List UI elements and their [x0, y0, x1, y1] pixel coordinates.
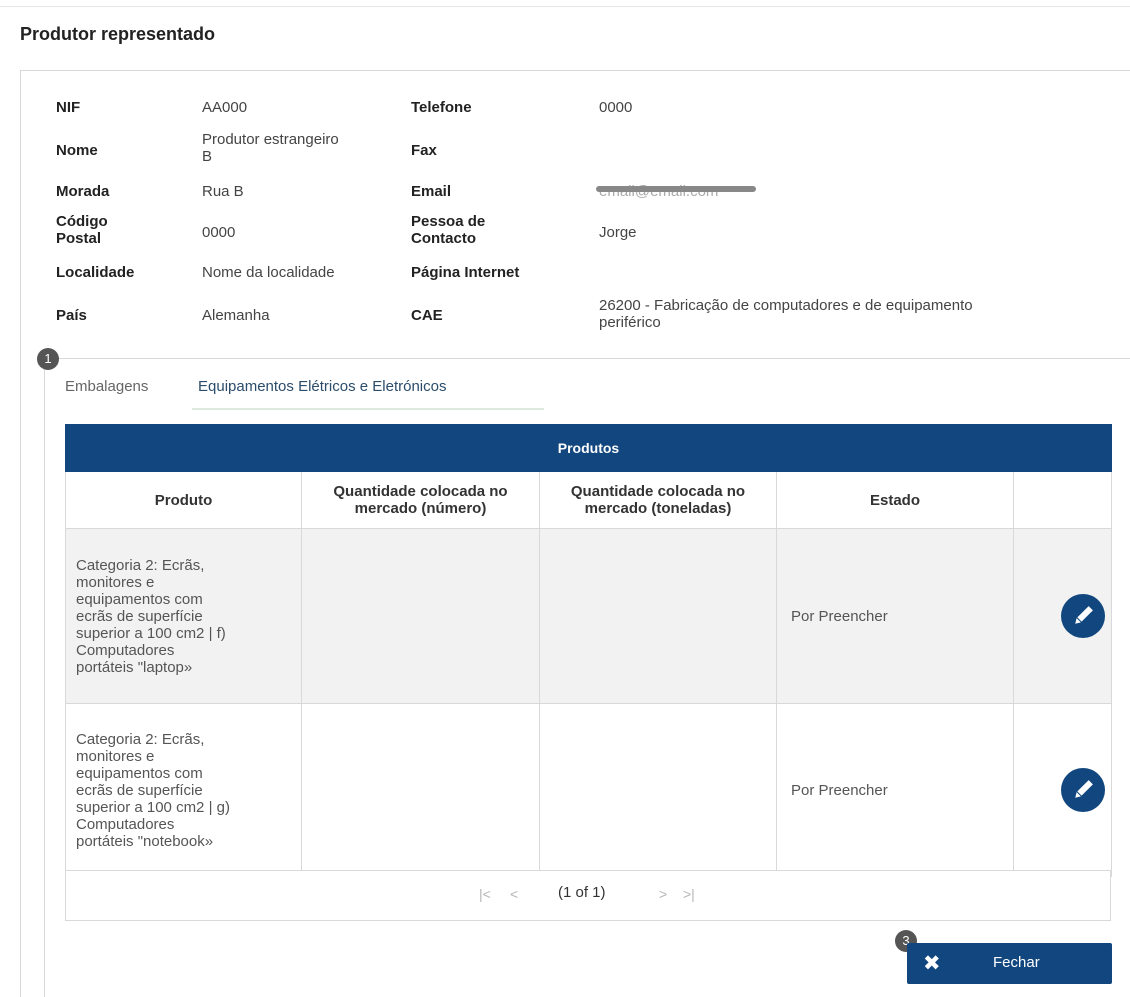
top-divider — [0, 6, 1130, 7]
pais-label: País — [56, 307, 87, 324]
page-title: Produtor representado — [20, 24, 216, 44]
cell-qtd-toneladas — [539, 528, 777, 704]
step-marker-1: 1 — [37, 348, 59, 370]
fax-label: Fax — [411, 142, 437, 159]
telefone-value: 0000 — [599, 99, 633, 116]
last-page-icon[interactable]: >| — [683, 886, 695, 902]
column-header-estado: Estado — [776, 471, 1014, 529]
table-row: Categoria 2: Ecrãs, monitores e equipame… — [65, 528, 1112, 704]
paginator: |< < (1 of 1) > >| — [65, 870, 1111, 921]
pessoa-contacto-label: Pessoa de Contacto — [411, 213, 486, 247]
prev-page-icon[interactable]: < — [510, 886, 518, 902]
nome-value: Produtor estrangeiro B — [202, 131, 339, 165]
pagina-internet-label: Página Internet — [411, 264, 520, 281]
tab-embalagens[interactable]: Embalagens — [65, 378, 148, 395]
close-icon: ✖ — [923, 952, 941, 975]
cell-estado: Por Preencher — [776, 528, 1014, 704]
cell-qtd-numero — [301, 528, 540, 704]
cae-value: 26200 - Fabricação de computadores e de … — [599, 297, 973, 331]
table-row: Categoria 2: Ecrãs, monitores e equipame… — [65, 703, 1112, 877]
column-header-produto: Produto — [65, 471, 302, 529]
localidade-value: Nome da localidade — [202, 264, 335, 281]
morada-value: Rua B — [202, 183, 244, 200]
column-header-actions — [1013, 471, 1112, 529]
active-tab-indicator — [192, 408, 544, 410]
products-table: Produtos Produto Quantidade colocada no … — [65, 424, 1112, 877]
close-button[interactable]: ✖ Fechar — [907, 943, 1112, 984]
pessoa-contacto-value: Jorge — [599, 224, 637, 241]
nome-label: Nome — [56, 142, 98, 159]
column-header-qtd-toneladas: Quantidade colocada no mercado (tonelada… — [539, 471, 777, 529]
nif-value: AA000 — [202, 99, 248, 116]
close-button-label: Fechar — [993, 954, 1040, 971]
pais-value: Alemanha — [202, 307, 270, 324]
cell-actions — [1013, 528, 1112, 704]
localidade-label: Localidade — [56, 264, 135, 281]
page-indicator: (1 of 1) — [558, 884, 606, 901]
column-header-qtd-numero: Quantidade colocada no mercado (número) — [301, 471, 540, 529]
cell-actions — [1013, 703, 1112, 877]
first-page-icon[interactable]: |< — [479, 886, 491, 902]
email-label: Email — [411, 183, 452, 200]
cell-qtd-toneladas — [539, 703, 777, 877]
tab-equipamentos-eletricos[interactable]: Equipamentos Elétricos e Eletrónicos — [198, 378, 446, 395]
next-page-icon[interactable]: > — [659, 886, 667, 902]
morada-label: Morada — [56, 183, 110, 200]
cell-estado: Por Preencher — [776, 703, 1014, 877]
codigo-postal-value: 0000 — [202, 224, 236, 241]
nif-label: NIF — [56, 99, 81, 116]
edit-button[interactable] — [1060, 768, 1105, 812]
codigo-postal-label: Código Postal — [56, 213, 108, 247]
edit-button[interactable] — [1060, 594, 1105, 638]
cell-qtd-numero — [301, 703, 540, 877]
pencil-icon — [1074, 606, 1093, 624]
redaction-bar — [596, 186, 756, 192]
table-caption: Produtos — [65, 424, 1112, 472]
cell-produto: Categoria 2: Ecrãs, monitores e equipame… — [65, 528, 302, 704]
telefone-label: Telefone — [411, 99, 472, 116]
cae-label: CAE — [411, 307, 443, 324]
cell-produto: Categoria 2: Ecrãs, monitores e equipame… — [65, 703, 302, 877]
pencil-icon — [1074, 780, 1093, 798]
